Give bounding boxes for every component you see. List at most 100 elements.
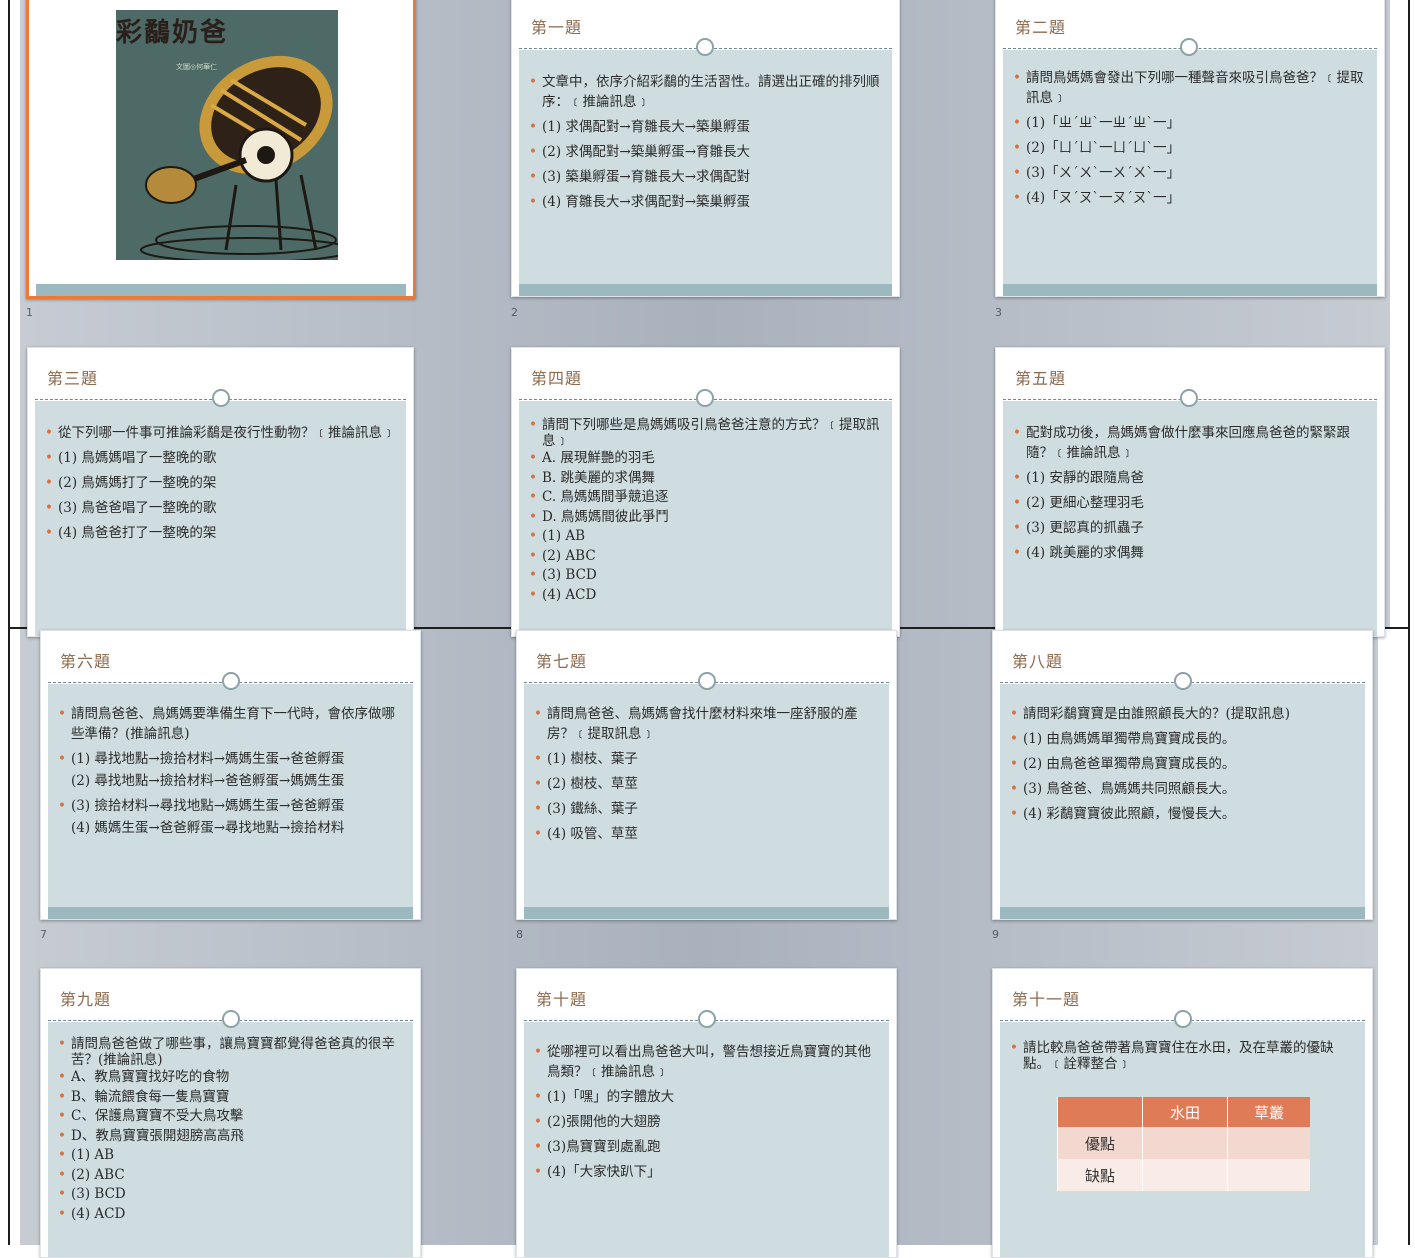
slide-bullet-list: 文章中，依序介紹彩鷸的生活習性。請選出正確的排列順序：﹝推論訊息﹞ (1) 求偶…: [529, 72, 882, 217]
slide-title: 第三題: [47, 369, 99, 388]
snipe-illustration: [140, 55, 338, 260]
slide-title-area: 第九題: [48, 976, 413, 1028]
list-item: (1) 鳥媽媽唱了一整晚的歌: [45, 448, 396, 468]
slide-number: 7: [40, 928, 47, 941]
slide-number: 9: [992, 928, 999, 941]
list-item: 請問鳥爸爸做了哪些事，讓鳥寶寶都覺得爸爸真的很辛苦？(推論訊息): [58, 1036, 403, 1068]
list-item: C. 鳥媽媽間爭競追逐: [529, 488, 882, 508]
table-cell: [1227, 1159, 1310, 1191]
slide-title-area: 第六題: [48, 638, 413, 690]
list-item: (2) 由鳥爸爸單獨帶鳥寶寶成長的。: [1010, 754, 1355, 774]
list-item: B、輪流餵食每一隻鳥寶寶: [58, 1088, 403, 1108]
slide-title-area: 第七題: [524, 638, 889, 690]
slide-title: 第十題: [536, 990, 588, 1009]
slide-bullet-list: 請比較鳥爸爸帶著鳥寶寶住在水田，及在草叢的優缺點。﹝詮釋整合﹞: [1010, 1040, 1355, 1077]
comparison-table: 水田 草叢 優點 缺點: [1057, 1097, 1310, 1191]
list-item: (4) 媽媽生蛋→爸爸孵蛋→尋找地點→撿拾材料: [71, 820, 345, 836]
table-cell: [1227, 1127, 1310, 1159]
slide-title-area: 第一題: [519, 4, 892, 56]
slide-title-area: 第十題: [524, 976, 889, 1028]
slide-title-area: 第五題: [1003, 355, 1377, 407]
list-item: (1)「ㄓˊㄓˋ一ㄓˊㄓˋ一」: [1013, 113, 1367, 133]
slide-thumbnail-11[interactable]: 第十題 從哪裡可以看出鳥爸爸大叫，警告想接近鳥寶寶的其他鳥類？﹝推論訊息﹞ (1…: [516, 968, 897, 1258]
slide-bullet-list: 從哪裡可以看出鳥爸爸大叫，警告想接近鳥寶寶的其他鳥類？﹝推論訊息﹞ (1)「嘿」…: [534, 1042, 879, 1187]
list-item: A. 展現鮮艷的羽毛: [529, 449, 882, 469]
list-item: (2) 尋找地點→撿拾材料→爸爸孵蛋→媽媽生蛋: [71, 773, 345, 789]
slide-number: 3: [995, 306, 1002, 319]
table-cell: 缺點: [1057, 1159, 1143, 1191]
list-item: (4)「ㄡˊㄡˋ一ㄡˊㄡˋ一」: [1013, 188, 1367, 208]
list-item: (3) 更認真的抓蟲子: [1013, 518, 1367, 538]
slide-number: 8: [516, 928, 523, 941]
slide-title-area: 第四題: [519, 355, 892, 407]
slide-title: 第十一題: [1012, 990, 1081, 1009]
slide-title: 第九題: [60, 990, 112, 1009]
list-item: (3) 撿拾材料→尋找地點→媽媽生蛋→爸爸孵蛋: [58, 796, 403, 816]
slide-title: 第五題: [1015, 369, 1067, 388]
slide-thumbnail-8[interactable]: 第七題 請問鳥爸爸、鳥媽媽會找什麼材料來堆一座舒服的產房？﹝提取訊息﹞ (1) …: [516, 630, 897, 920]
list-item: (3) BCD: [529, 566, 882, 586]
list-item: (4) 跳美麗的求偶舞: [1013, 543, 1367, 563]
slide-bullet-list: 請問鳥爸爸、鳥媽媽要準備生育下一代時，會依序做哪些準備？(推論訊息) (1) 尋…: [58, 704, 403, 843]
list-item: (4) ACD: [529, 586, 882, 606]
list-item: D. 鳥媽媽間彼此爭鬥: [529, 508, 882, 528]
list-item: 從下列哪一件事可推論彩鷸是夜行性動物？﹝推論訊息﹞: [45, 423, 396, 443]
slide-bullet-list: 請問鳥媽媽會發出下列哪一種聲音來吸引鳥爸爸？﹝提取訊息﹞ (1)「ㄓˊㄓˋ一ㄓˊ…: [1013, 68, 1367, 213]
list-item: (3) 築巢孵蛋→育雛長大→求偶配對: [529, 167, 882, 187]
list-item: C、保護鳥寶寶不受大鳥攻擊: [58, 1107, 403, 1127]
frame-line: [8, 0, 10, 628]
slide-number: 1: [26, 306, 33, 319]
slide-footer-bar: [1000, 907, 1365, 919]
slide-thumbnail-2[interactable]: 第一題 文章中，依序介紹彩鷸的生活習性。請選出正確的排列順序：﹝推論訊息﹞ (1…: [511, 0, 900, 297]
book-cover-image: 彩鷸奶爸 文圖◎何華仁: [116, 10, 338, 260]
slide-title: 第四題: [531, 369, 583, 388]
list-item: 請問彩鷸寶寶是由誰照顧長大的？(提取訊息): [1010, 704, 1355, 724]
table-header-cell: 水田: [1142, 1097, 1228, 1127]
list-item: (4)「大家快趴下」: [534, 1162, 879, 1182]
slide-thumbnail-7[interactable]: 第六題 請問鳥爸爸、鳥媽媽要準備生育下一代時，會依序做哪些準備？(推論訊息) (…: [40, 630, 421, 920]
list-item: (1)「嘿」的字體放大: [534, 1087, 879, 1107]
list-item: 請問鳥爸爸、鳥媽媽要準備生育下一代時，會依序做哪些準備？(推論訊息): [58, 704, 403, 744]
slide-footer-bar: [1003, 284, 1377, 296]
slide-thumbnail-6[interactable]: 第五題 配對成功後，鳥媽媽會做什麼事來回應鳥爸爸的緊緊跟隨？﹝推論訊息﹞ (1)…: [995, 347, 1385, 637]
slide-title: 第二題: [1015, 18, 1067, 37]
list-item: (2) 求偶配對→築巢孵蛋→育雛長大: [529, 142, 882, 162]
list-item: (3)「ㄨˊㄨˋ一ㄨˊㄨˋ一」: [1013, 163, 1367, 183]
slide-thumbnail-5[interactable]: 第四題 請問下列哪些是鳥媽媽吸引鳥爸爸注意的方式？﹝提取訊息﹞ A. 展現鮮艷的…: [511, 347, 900, 637]
table-header-cell: [1057, 1097, 1143, 1127]
slide-thumbnail-1[interactable]: 彩鷸奶爸 文圖◎何華仁: [26, 0, 416, 299]
slide-thumbnail-3[interactable]: 第二題 請問鳥媽媽會發出下列哪一種聲音來吸引鳥爸爸？﹝提取訊息﹞ (1)「ㄓˊㄓ…: [995, 0, 1385, 297]
list-item: 文章中，依序介紹彩鷸的生活習性。請選出正確的排列順序：﹝推論訊息﹞: [529, 72, 882, 112]
list-item: (2) ABC: [58, 1166, 403, 1186]
frame-line: [1408, 0, 1410, 628]
list-item: 請比較鳥爸爸帶著鳥寶寶住在水田，及在草叢的優缺點。﹝詮釋整合﹞: [1010, 1040, 1355, 1072]
list-item: (1) AB: [58, 1146, 403, 1166]
slide-thumbnail-4[interactable]: 第三題 從下列哪一件事可推論彩鷸是夜行性動物？﹝推論訊息﹞ (1) 鳥媽媽唱了一…: [27, 347, 414, 637]
list-item: (1) AB: [529, 527, 882, 547]
slide-title: 第七題: [536, 652, 588, 671]
slide-bullet-list: 請問下列哪些是鳥媽媽吸引鳥爸爸注意的方式？﹝提取訊息﹞ A. 展現鮮艷的羽毛 B…: [529, 417, 882, 605]
table-cell: [1142, 1159, 1228, 1191]
list-item: (4) 育雛長大→求偶配對→築巢孵蛋: [529, 192, 882, 212]
list-item: (1) 安靜的跟隨鳥爸: [1013, 468, 1367, 488]
slide-title: 第八題: [1012, 652, 1064, 671]
list-item: 請問鳥爸爸、鳥媽媽會找什麼材料來堆一座舒服的產房？﹝提取訊息﹞: [534, 704, 879, 744]
list-item: 配對成功後，鳥媽媽會做什麼事來回應鳥爸爸的緊緊跟隨？﹝推論訊息﹞: [1013, 423, 1367, 463]
list-item: (3) BCD: [58, 1185, 403, 1205]
slide-thumbnail-10[interactable]: 第九題 請問鳥爸爸做了哪些事，讓鳥寶寶都覺得爸爸真的很辛苦？(推論訊息) A、教…: [40, 968, 421, 1258]
list-item: (4) 鳥爸爸打了一整晚的架: [45, 523, 396, 543]
slide-title: 第六題: [60, 652, 112, 671]
list-item: (2)「ㄩˊㄩˋ一ㄩˊㄩˋ一」: [1013, 138, 1367, 158]
slide-bullet-list: 配對成功後，鳥媽媽會做什麼事來回應鳥爸爸的緊緊跟隨？﹝推論訊息﹞ (1) 安靜的…: [1013, 423, 1367, 568]
list-item: (4) ACD: [58, 1205, 403, 1225]
table-header-cell: 草叢: [1227, 1097, 1310, 1127]
list-item: (2)張開他的大翅膀: [534, 1112, 879, 1132]
list-item: 請問鳥媽媽會發出下列哪一種聲音來吸引鳥爸爸？﹝提取訊息﹞: [1013, 68, 1367, 108]
slide-title-area: 第十一題: [1000, 976, 1365, 1028]
slide-thumbnail-12[interactable]: 第十一題 請比較鳥爸爸帶著鳥寶寶住在水田，及在草叢的優缺點。﹝詮釋整合﹞ 水田 …: [992, 968, 1373, 1258]
table-row: 缺點: [1057, 1159, 1310, 1191]
slide-title-area: 第八題: [1000, 638, 1365, 690]
list-item: (1) 由鳥媽媽單獨帶鳥寶寶成長的。: [1010, 729, 1355, 749]
list-item: (3)鳥寶寶到處亂跑: [534, 1137, 879, 1157]
slide-thumbnail-9[interactable]: 第八題 請問彩鷸寶寶是由誰照顧長大的？(提取訊息) (1) 由鳥媽媽單獨帶鳥寶寶…: [992, 630, 1373, 920]
